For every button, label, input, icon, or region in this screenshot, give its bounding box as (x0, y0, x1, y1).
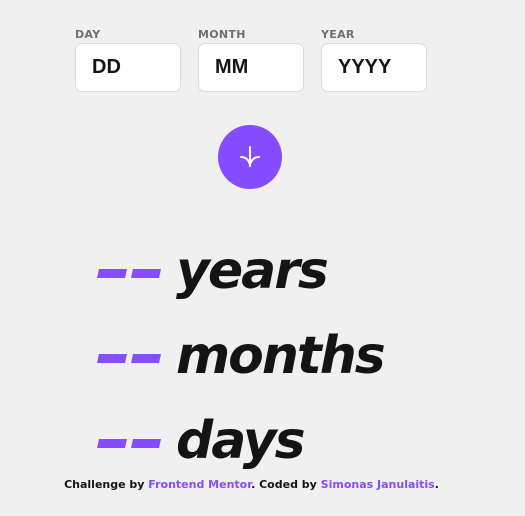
month-label: MONTH (198, 28, 246, 41)
years-value (97, 263, 161, 278)
submit-button[interactable] (218, 125, 282, 189)
day-input[interactable] (75, 43, 181, 92)
placeholder-dash (131, 269, 161, 278)
month-input[interactable] (198, 43, 304, 92)
placeholder-dash (97, 354, 127, 363)
placeholder-dash (131, 354, 161, 363)
arrow-down-icon (240, 146, 260, 167)
months-value (97, 348, 161, 363)
days-unit: days (176, 410, 306, 471)
frontend-mentor-link[interactable]: Frontend Mentor (148, 478, 251, 491)
day-field: DAY (75, 28, 181, 92)
date-input-group: DAY MONTH YEAR (75, 28, 427, 92)
attribution-suffix: . (434, 478, 439, 491)
month-field: MONTH (198, 28, 304, 92)
coded-prefix: . Coded by (251, 478, 317, 491)
years-unit: years (176, 240, 329, 301)
year-label: YEAR (321, 28, 355, 41)
challenge-prefix: Challenge by (64, 478, 145, 491)
months-unit: months (176, 325, 386, 386)
placeholder-dash (97, 439, 127, 448)
placeholder-dash (131, 439, 161, 448)
years-result: years (97, 228, 384, 313)
author-link[interactable]: Simonas Janulaitis (321, 478, 435, 491)
placeholder-dash (97, 269, 127, 278)
day-label: DAY (75, 28, 101, 41)
days-value (97, 433, 161, 448)
year-field: YEAR (321, 28, 427, 92)
days-result: days (97, 398, 384, 483)
months-result: months (97, 313, 386, 398)
attribution: Challenge by Frontend Mentor. Coded by S… (0, 478, 503, 491)
year-input[interactable] (321, 43, 427, 92)
age-results: years months days (97, 228, 386, 483)
